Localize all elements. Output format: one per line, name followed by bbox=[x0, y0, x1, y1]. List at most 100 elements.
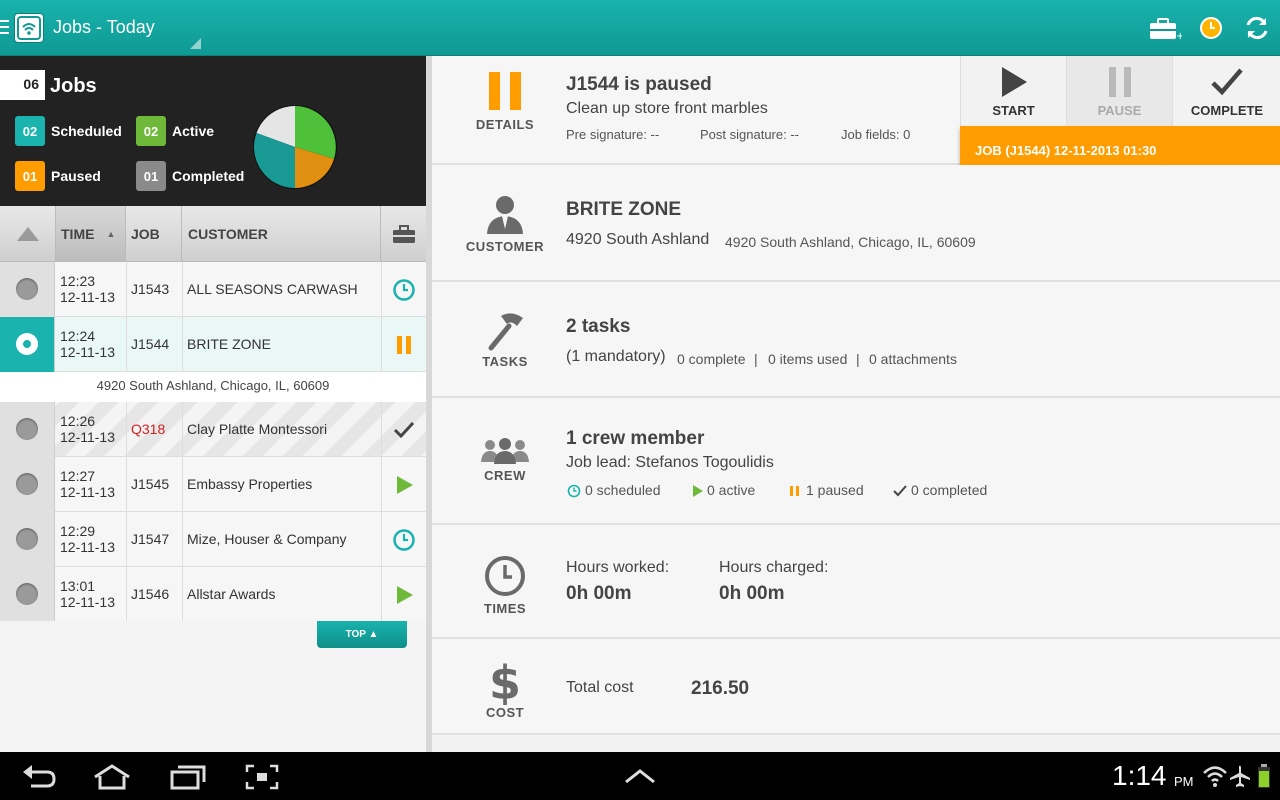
jobs-table-header: TIME ▲ JOB CUSTOMER bbox=[0, 206, 426, 262]
customer-icon: CUSTOMER bbox=[432, 193, 578, 254]
hours-charged-label: Hours charged: bbox=[719, 559, 829, 576]
tasks-mandatory: (1 mandatory) bbox=[566, 348, 666, 365]
crew-completed: 0 completed bbox=[911, 482, 988, 498]
airplane-mode-icon[interactable] bbox=[1228, 764, 1252, 788]
row-job-id: J1546 bbox=[131, 586, 170, 602]
select-all-column[interactable] bbox=[0, 206, 56, 262]
tasks-items-used: 0 items used bbox=[768, 351, 848, 367]
selected-row-address: 4920 South Ashland, Chicago, IL, 60609 bbox=[0, 372, 426, 402]
table-row[interactable]: 12:26 12-11-13 Q318 Clay Platte Montessor… bbox=[0, 402, 426, 457]
column-time[interactable]: TIME ▲ bbox=[56, 206, 126, 262]
total-cost-value: 216.50 bbox=[691, 678, 750, 699]
screenshot-icon[interactable] bbox=[245, 764, 279, 790]
pause-icon bbox=[1109, 67, 1131, 97]
times-clock-icon: TIMES bbox=[432, 555, 578, 616]
row-time: 12:26 12-11-13 bbox=[60, 413, 116, 445]
column-job[interactable]: JOB bbox=[126, 206, 182, 262]
chevron-up-icon[interactable] bbox=[623, 767, 657, 785]
scroll-top-button[interactable]: TOP ▲ bbox=[317, 621, 407, 648]
row-job-id: J1544 bbox=[131, 336, 170, 352]
hours-worked-label: Hours worked: bbox=[566, 559, 670, 576]
row-customer: Allstar Awards bbox=[187, 586, 276, 602]
sort-triangle-icon bbox=[16, 227, 39, 241]
crew-section[interactable]: CREW 1 crew member Job lead: Stefanos To… bbox=[432, 398, 1280, 525]
total-cost-label: Total cost bbox=[566, 679, 634, 696]
battery-icon[interactable] bbox=[1256, 763, 1272, 789]
toolbox-icon bbox=[392, 225, 415, 243]
tasks-section[interactable]: TASKS 2 tasks (1 mandatory) 0 complete |… bbox=[432, 282, 1280, 398]
jobs-label: Jobs bbox=[50, 75, 97, 97]
table-row[interactable]: 12:23 12-11-13 J1543 ALL SEASONS CARWASH bbox=[0, 262, 426, 317]
row-customer: BRITE ZONE bbox=[187, 336, 272, 352]
row-customer: Clay Platte Montessori bbox=[187, 421, 328, 437]
home-icon[interactable] bbox=[92, 764, 132, 790]
column-time-label: TIME bbox=[61, 226, 95, 242]
toolbox-add-icon[interactable]: + bbox=[1148, 14, 1184, 42]
scheduled-clock-icon bbox=[567, 484, 581, 498]
stat-completed[interactable]: 01 Completed bbox=[136, 161, 244, 191]
job-status-title: J1544 is paused bbox=[566, 74, 712, 95]
table-row[interactable]: 13:01 12-11-13 J1546 Allstar Awards bbox=[0, 567, 426, 622]
stat-active[interactable]: 02 Active bbox=[136, 116, 214, 146]
crew-active: 0 active bbox=[707, 482, 756, 498]
row-job-id: Q318 bbox=[131, 421, 166, 437]
row-customer: Embassy Properties bbox=[187, 476, 313, 492]
stat-scheduled-count: 02 bbox=[15, 116, 45, 146]
row-time: 12:24 12-11-13 bbox=[60, 328, 116, 360]
row-select-radio[interactable] bbox=[0, 402, 55, 457]
table-row[interactable]: 12:24 12-11-13 J1544 BRITE ZONE bbox=[0, 317, 426, 372]
refresh-icon[interactable] bbox=[1243, 14, 1271, 42]
separator: | bbox=[754, 351, 758, 367]
crew-icon: CREW bbox=[432, 438, 578, 483]
complete-button[interactable]: COMPLETE bbox=[1173, 56, 1280, 126]
customer-name: BRITE ZONE bbox=[566, 199, 682, 220]
row-select-radio[interactable] bbox=[0, 262, 55, 317]
row-select-radio[interactable] bbox=[0, 567, 55, 622]
wifi-icon[interactable] bbox=[1202, 764, 1228, 788]
stat-scheduled[interactable]: 02 Scheduled bbox=[15, 116, 122, 146]
separator: | bbox=[856, 351, 860, 367]
job-actions: START PAUSE COMPLETE bbox=[960, 56, 1280, 126]
row-job-id: J1547 bbox=[131, 531, 170, 547]
column-status[interactable] bbox=[381, 206, 426, 262]
customer-full-address[interactable]: 4920 South Ashland, Chicago, IL, 60609 bbox=[725, 234, 976, 250]
row-time: 13:01 12-11-13 bbox=[60, 578, 116, 610]
cost-section[interactable]: $ COST Total cost 216.50 bbox=[432, 639, 1280, 735]
row-select-radio[interactable] bbox=[0, 512, 55, 567]
tasks-attachments: 0 attachments bbox=[869, 351, 957, 367]
completed-check-icon bbox=[381, 402, 426, 457]
stat-active-label: Active bbox=[172, 123, 215, 139]
back-icon[interactable] bbox=[21, 764, 57, 790]
column-customer-label: CUSTOMER bbox=[188, 226, 268, 242]
row-select-radio[interactable] bbox=[0, 457, 55, 512]
column-customer[interactable]: CUSTOMER bbox=[182, 206, 381, 262]
tasks-title: 2 tasks bbox=[566, 316, 631, 337]
recent-apps-icon[interactable] bbox=[170, 764, 206, 790]
status-clock[interactable]: 1:14 bbox=[1112, 760, 1167, 792]
stat-completed-count: 01 bbox=[136, 161, 166, 191]
hours-worked-value: 0h 00m bbox=[566, 583, 632, 604]
post-signature: Post signature: -- bbox=[700, 127, 799, 142]
row-select-radio[interactable] bbox=[0, 317, 55, 372]
action-bar: Jobs - Today + bbox=[0, 0, 1280, 56]
pause-button[interactable]: PAUSE bbox=[1067, 56, 1173, 126]
table-row[interactable]: 12:27 12-11-13 J1545 Embassy Properties bbox=[0, 457, 426, 512]
page-title[interactable]: Jobs - Today bbox=[53, 17, 155, 38]
crew-title: 1 crew member bbox=[566, 428, 705, 449]
stat-completed-label: Completed bbox=[172, 168, 245, 184]
customer-section[interactable]: CUSTOMER BRITE ZONE 4920 South Ashland 4… bbox=[432, 165, 1280, 282]
times-section[interactable]: TIMES Hours worked: 0h 00m Hours charged… bbox=[432, 525, 1280, 639]
app-logo-icon[interactable] bbox=[14, 13, 44, 43]
hours-charged-value: 0h 00m bbox=[719, 583, 785, 604]
active-play-icon bbox=[381, 457, 426, 512]
stat-paused[interactable]: 01 Paused bbox=[15, 161, 101, 191]
menu-icon[interactable] bbox=[0, 20, 10, 36]
crew-lead: Job lead: Stefanos Togoulidis bbox=[566, 454, 774, 471]
table-row[interactable]: 12:29 12-11-13 J1547 Mize, Houser & Compa… bbox=[0, 512, 426, 567]
clock-icon[interactable] bbox=[1198, 14, 1226, 42]
completed-check-icon bbox=[893, 485, 907, 497]
start-button[interactable]: START bbox=[961, 56, 1067, 126]
jobs-summary: 06 Jobs 02 Scheduled 02 Active 01 Paused… bbox=[0, 56, 426, 206]
stat-paused-label: Paused bbox=[51, 168, 101, 184]
job-description: Clean up store front marbles bbox=[566, 100, 768, 117]
